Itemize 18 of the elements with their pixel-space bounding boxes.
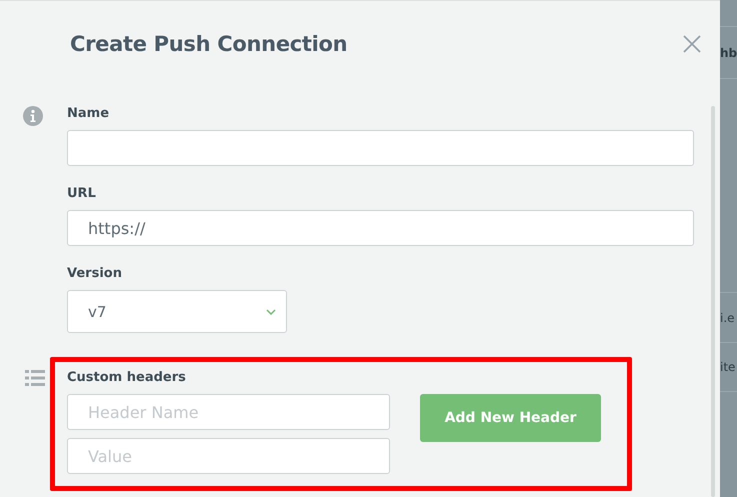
close-icon — [682, 34, 702, 54]
input-field[interactable]: https:// — [67, 210, 694, 246]
info-icon — [22, 106, 42, 126]
background-text: i.e — [720, 310, 735, 324]
section-label: Custom headers — [67, 370, 186, 386]
field-label: Name — [67, 106, 110, 122]
dialog-title: Create Push Connection — [70, 32, 348, 56]
field-label: Version — [67, 266, 122, 282]
chevron-down-icon — [266, 308, 276, 314]
background-text: hb — [720, 46, 737, 60]
header-name-field[interactable]: Header Name — [67, 394, 390, 430]
background-text: ite — [720, 360, 736, 374]
close-button[interactable] — [682, 34, 702, 54]
header-value-field[interactable]: Value — [67, 438, 390, 474]
input-field[interactable] — [67, 130, 694, 166]
version-select[interactable]: v7 — [67, 290, 287, 333]
field-label: URL — [67, 186, 96, 202]
list-icon — [25, 370, 45, 386]
